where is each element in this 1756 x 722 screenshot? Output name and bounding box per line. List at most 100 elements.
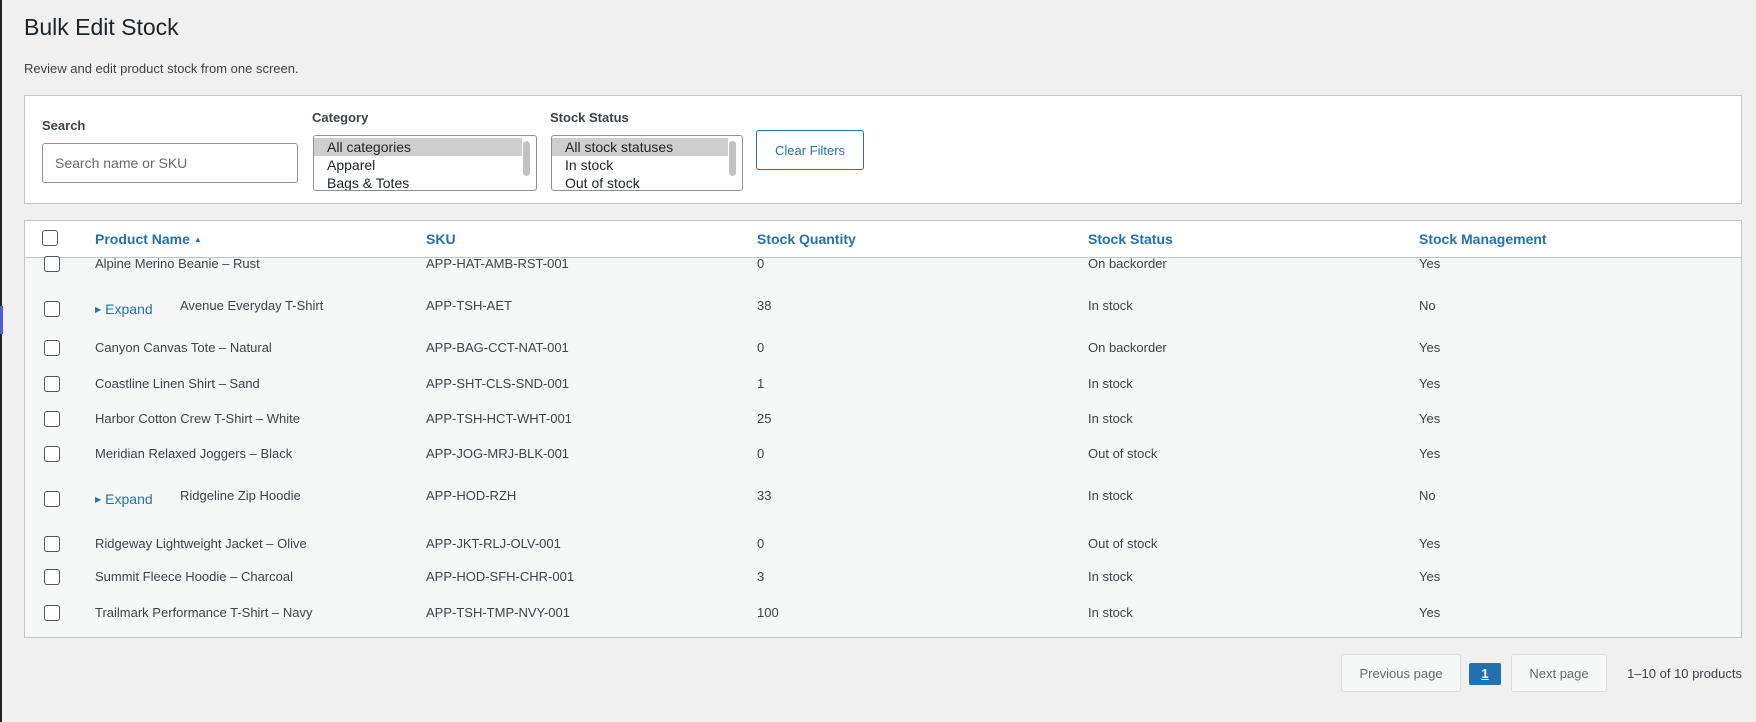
column-stock-management[interactable]: Stock Management	[1419, 231, 1547, 247]
product-name-cell: Ridgeline Zip Hoodie	[180, 488, 301, 503]
stock-management-cell: No	[1419, 488, 1436, 503]
table-row: Summit Fleece Hoodie – Charcoal APP-HOD-S…	[25, 563, 1741, 591]
table-row: Ridgeway Lightweight Jacket – Olive APP-J…	[25, 530, 1741, 558]
stock-management-cell: Yes	[1419, 340, 1441, 355]
status-option-all[interactable]: All stock statuses	[552, 138, 728, 156]
row-checkbox[interactable]	[44, 256, 60, 272]
stock-status-cell: Out of stock	[1088, 536, 1158, 551]
table-row: Alpine Merino Beanie – Rust APP-HAT-AMB-R…	[25, 250, 1741, 278]
sort-asc-icon: ▲	[193, 235, 202, 244]
stock-quantity-cell: 33	[757, 488, 772, 503]
status-option-outofstock[interactable]: Out of stock	[552, 174, 728, 190]
column-product-name[interactable]: Product Name ▲	[95, 231, 202, 247]
row-checkbox[interactable]	[44, 411, 60, 427]
sku-cell: APP-HOD-SFH-CHR-001	[426, 569, 575, 584]
stock-quantity-cell: 38	[757, 298, 772, 313]
next-page-button[interactable]: Next page	[1511, 654, 1607, 692]
product-name-cell: Meridian Relaxed Joggers – Black	[95, 446, 293, 461]
category-option-all[interactable]: All categories	[314, 138, 522, 156]
category-listbox[interactable]: All categories Apparel Bags & Totes	[313, 135, 537, 191]
stock-quantity-cell: 100	[757, 605, 779, 620]
column-product-name-label: Product Name	[95, 231, 190, 247]
stock-management-cell: Yes	[1419, 411, 1441, 426]
table-row: Trailmark Performance T-Shirt – Navy APP-…	[25, 599, 1741, 627]
row-checkbox[interactable]	[44, 605, 60, 621]
row-checkbox[interactable]	[44, 446, 60, 462]
stock-status-cell: In stock	[1088, 376, 1133, 391]
row-checkbox[interactable]	[44, 301, 60, 317]
stock-management-cell: Yes	[1419, 376, 1441, 391]
sku-cell: APP-BAG-CCT-NAT-001	[426, 340, 569, 355]
sku-cell: APP-HOD-RZH	[426, 488, 517, 503]
product-name-cell: Canyon Canvas Tote – Natural	[95, 340, 272, 355]
stock-status-cell: On backorder	[1088, 256, 1167, 271]
expand-label: Expand	[105, 491, 153, 507]
table-row: Harbor Cotton Crew T-Shirt – White APP-TS…	[25, 405, 1741, 433]
category-filter: Category	[312, 110, 368, 125]
category-scrollbar[interactable]	[523, 138, 534, 188]
sku-cell: APP-TSH-TMP-NVY-001	[426, 605, 570, 620]
select-all-checkbox[interactable]	[42, 230, 58, 246]
filters-panel: Search Category All categories Apparel B…	[24, 95, 1742, 204]
previous-page-button[interactable]: Previous page	[1341, 654, 1461, 692]
stock-management-cell: Yes	[1419, 536, 1441, 551]
status-scroll-thumb[interactable]	[729, 141, 736, 176]
sku-cell: APP-JOG-MRJ-BLK-001	[426, 446, 570, 461]
table-row: ▶ Expand Ridgeline Zip Hoodie APP-HOD-RZH 33…	[25, 475, 1741, 523]
stock-table: Product Name ▲ SKU Stock Quantity Stock S…	[24, 220, 1742, 638]
row-checkbox[interactable]	[44, 376, 60, 392]
admin-sidebar-edge	[0, 0, 2, 722]
sidebar-active-marker	[0, 306, 3, 334]
stock-management-cell: Yes	[1419, 446, 1441, 461]
category-label: Category	[312, 110, 369, 125]
product-name-cell: Avenue Everyday T-Shirt	[180, 298, 324, 313]
stock-status-cell: In stock	[1088, 411, 1133, 426]
status-filter: Stock Status	[550, 110, 629, 125]
stock-management-cell: Yes	[1419, 256, 1441, 271]
stock-management-cell: Yes	[1419, 605, 1441, 620]
column-sku[interactable]: SKU	[426, 231, 456, 247]
product-name-cell: Trailmark Performance T-Shirt – Navy	[95, 605, 313, 620]
table-row: Canyon Canvas Tote – Natural APP-BAG-CCT-…	[25, 334, 1741, 362]
current-page-indicator[interactable]: 1	[1469, 663, 1501, 685]
product-name-cell: Coastline Linen Shirt – Sand	[95, 376, 260, 391]
status-label: Stock Status	[550, 110, 629, 125]
column-stock-quantity[interactable]: Stock Quantity	[757, 231, 856, 247]
column-stock-status[interactable]: Stock Status	[1088, 231, 1173, 247]
search-label: Search	[42, 118, 86, 133]
sku-cell: APP-TSH-HCT-WHT-001	[426, 411, 572, 426]
category-option-bags[interactable]: Bags & Totes	[314, 174, 522, 190]
page-title: Bulk Edit Stock	[24, 14, 179, 40]
stock-quantity-cell: 1	[757, 376, 765, 391]
stock-status-cell: In stock	[1088, 605, 1133, 620]
sku-cell: APP-SHT-CLS-SND-001	[426, 376, 570, 391]
row-checkbox[interactable]	[44, 491, 60, 507]
category-option-apparel[interactable]: Apparel	[314, 156, 522, 174]
stock-quantity-cell: 3	[757, 569, 765, 584]
stock-quantity-cell: 0	[757, 446, 765, 461]
pagination: Previous page 1 Next page 1–10 of 10 pro…	[24, 654, 1742, 692]
stock-quantity-cell: 25	[757, 411, 772, 426]
expand-triangle-icon: ▶	[95, 305, 102, 314]
expand-variations-button[interactable]: ▶ Expand	[95, 491, 153, 507]
stock-quantity-cell: 0	[757, 536, 765, 551]
sku-cell: APP-HAT-AMB-RST-001	[426, 256, 569, 271]
status-listbox[interactable]: All stock statuses In stock Out of stock	[551, 135, 743, 191]
status-option-instock[interactable]: In stock	[552, 156, 728, 174]
stock-quantity-cell: 0	[757, 340, 765, 355]
clear-filters-button[interactable]: Clear Filters	[756, 130, 864, 170]
table-row: ▶ Expand Avenue Everyday T-Shirt APP-TSH-AE…	[25, 285, 1741, 333]
stock-status-cell: In stock	[1088, 488, 1133, 503]
row-checkbox[interactable]	[44, 340, 60, 356]
row-checkbox[interactable]	[44, 536, 60, 552]
row-checkbox[interactable]	[44, 569, 60, 585]
expand-triangle-icon: ▶	[95, 495, 102, 504]
stock-quantity-cell: 0	[757, 256, 765, 271]
expand-variations-button[interactable]: ▶ Expand	[95, 301, 153, 317]
admin-screen: Bulk Edit Stock Review and edit product …	[0, 0, 1756, 722]
sku-cell: APP-JKT-RLJ-OLV-001	[426, 536, 561, 551]
search-input[interactable]	[42, 143, 298, 183]
category-scroll-thumb[interactable]	[523, 141, 530, 176]
table-row: Coastline Linen Shirt – Sand APP-SHT-CLS-…	[25, 370, 1741, 398]
status-scrollbar[interactable]	[729, 138, 740, 188]
